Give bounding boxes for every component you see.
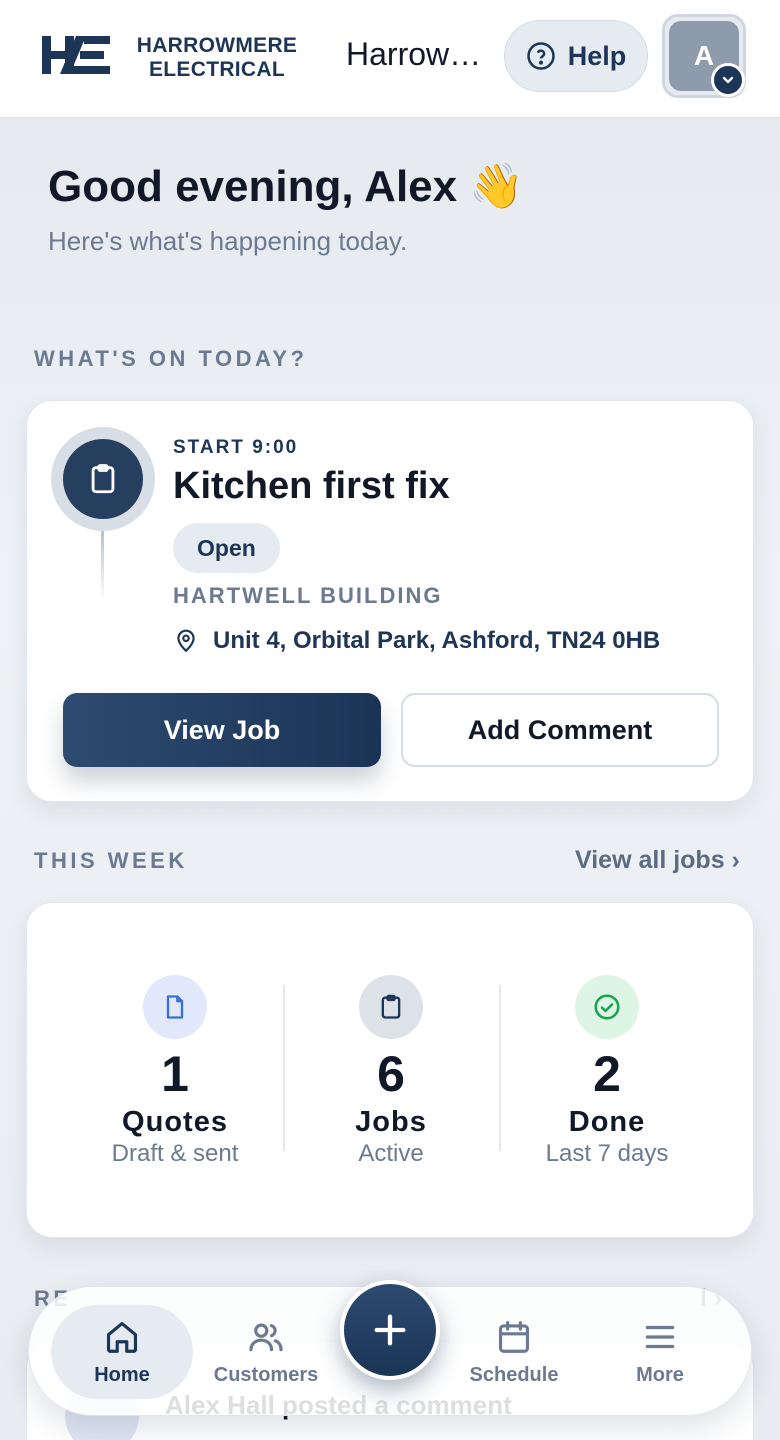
document-icon <box>143 975 207 1039</box>
stat-sublabel: Draft & sent <box>111 1140 239 1167</box>
brand-line-2: ELECTRICAL <box>149 58 285 81</box>
question-circle-icon <box>526 42 555 70</box>
stat-label: Done <box>568 1106 646 1138</box>
job-address[interactable]: Unit 4, Orbital Park, Ashford, TN24 0HB <box>173 627 660 655</box>
view-job-button[interactable]: View Job <box>63 693 381 767</box>
company-logo <box>42 36 110 74</box>
today-section-title: WHAT'S ON TODAY? <box>34 346 308 371</box>
user-avatar-button[interactable]: A <box>662 14 746 98</box>
company-switcher[interactable]: Harrowmere Electrical <box>346 36 486 73</box>
home-icon <box>106 1321 138 1353</box>
location-pin-icon <box>177 629 195 653</box>
stat-sublabel: Active <box>358 1140 424 1167</box>
nav-label: Customers <box>213 1363 319 1386</box>
stat-value: 6 <box>377 1046 405 1102</box>
users-icon <box>249 1323 283 1351</box>
clipboard-icon <box>91 464 115 494</box>
chevron-down-icon <box>711 63 745 97</box>
stat-done[interactable]: 2 Done Last 7 days <box>499 975 715 1169</box>
job-start-time: START 9:00 <box>173 437 299 458</box>
help-button[interactable]: Help <box>504 20 648 92</box>
nav-label: More <box>636 1363 684 1386</box>
calendar-icon <box>498 1320 530 1353</box>
week-stats-card: 1 Quotes Draft & sent 6 Jobs Active 2 Do… <box>26 902 754 1238</box>
job-address-text: Unit 4, Orbital Park, Ashford, TN24 0HB <box>213 627 661 654</box>
plus-icon <box>374 1314 406 1346</box>
stat-value: 1 <box>161 1046 189 1102</box>
help-label: Help <box>567 40 627 71</box>
timeline-marker <box>51 427 155 531</box>
nav-label: Home <box>94 1363 150 1386</box>
check-circle-icon <box>575 975 639 1039</box>
status-badge: Open <box>173 523 280 573</box>
clipboard-icon <box>359 975 423 1039</box>
add-new-button[interactable] <box>340 1280 440 1380</box>
job-title: Kitchen first fix <box>173 465 450 507</box>
nav-more[interactable]: More <box>589 1305 731 1399</box>
job-client: HARTWELL BUILDING <box>173 583 443 608</box>
view-all-jobs-link[interactable]: View all jobs › <box>575 846 740 875</box>
timeline-line <box>101 531 104 603</box>
app-header: HARROWMERE ELECTRICAL Harrowmere Electri… <box>0 0 780 118</box>
week-section-title: THIS WEEK <box>34 848 188 873</box>
greeting-title: Good evening, Alex 👋 <box>48 162 525 211</box>
stat-jobs[interactable]: 6 Jobs Active <box>283 975 499 1169</box>
brand-line-1: HARROWMERE <box>136 34 298 57</box>
stat-sublabel: Last 7 days <box>545 1140 669 1167</box>
stat-label: Jobs <box>355 1106 427 1138</box>
nav-label: Schedule <box>469 1363 559 1386</box>
nav-schedule[interactable]: Schedule <box>443 1305 585 1399</box>
add-comment-button[interactable]: Add Comment <box>401 693 719 767</box>
today-job-card[interactable]: START 9:00 Kitchen first fix Open HARTWE… <box>26 400 754 802</box>
stat-quotes[interactable]: 1 Quotes Draft & sent <box>67 975 283 1169</box>
stat-value: 2 <box>593 1046 621 1102</box>
nav-home[interactable]: Home <box>51 1305 193 1399</box>
brand-name: HARROWMERE ELECTRICAL <box>122 34 312 82</box>
stat-label: Quotes <box>122 1106 228 1138</box>
nav-customers[interactable]: Customers <box>195 1305 337 1399</box>
greeting-subtitle: Here's what's happening today. <box>48 226 408 256</box>
menu-icon <box>645 1325 675 1348</box>
